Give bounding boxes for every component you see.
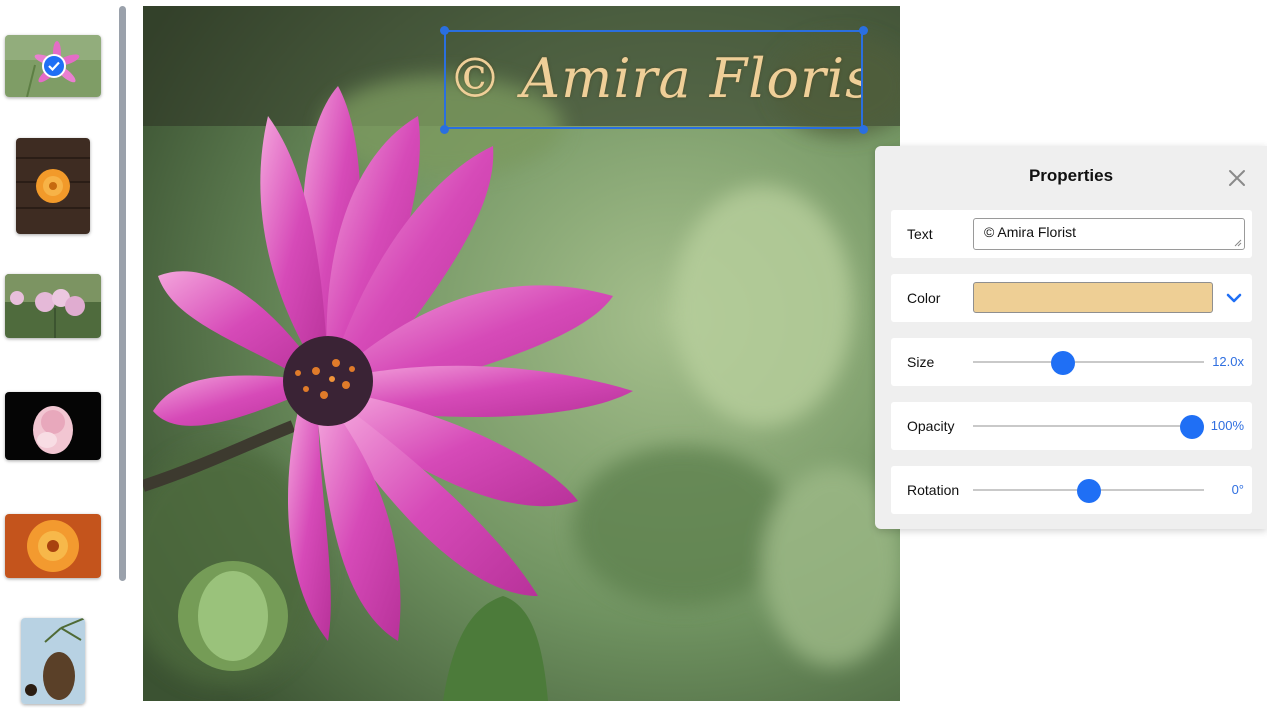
opacity-slider-knob[interactable] xyxy=(1180,415,1205,439)
thumbnail-pink-daisy[interactable] xyxy=(5,35,101,97)
resize-handle-top-right[interactable] xyxy=(859,26,868,35)
rotation-slider-knob[interactable] xyxy=(1076,479,1101,503)
thumbnail-orange-flower-wood[interactable] xyxy=(16,138,90,234)
sidebar-scrollbar[interactable] xyxy=(119,6,126,581)
thumbnail-pink-rose[interactable] xyxy=(5,392,101,460)
thumbnail-pine-cone[interactable] xyxy=(21,618,85,704)
thumbnail-orange-flower[interactable] xyxy=(5,514,101,578)
chevron-down-icon[interactable] xyxy=(1224,288,1244,308)
thumbnail-image xyxy=(5,514,101,578)
thumbnail-image xyxy=(5,392,101,460)
opacity-value: 100% xyxy=(1210,418,1244,433)
rotation-row: Rotation 0° xyxy=(891,466,1252,514)
properties-panel: Properties Text © Amira Florist Color Si… xyxy=(875,146,1267,529)
close-icon[interactable] xyxy=(1227,168,1247,188)
color-swatch[interactable] xyxy=(973,282,1213,313)
thumbnail-image xyxy=(16,138,90,234)
opacity-slider-track[interactable] xyxy=(973,425,1204,427)
selected-check-icon xyxy=(42,54,66,78)
thumbnail-image xyxy=(5,274,101,338)
rotation-label: Rotation xyxy=(907,482,960,498)
text-label: Text xyxy=(907,226,933,242)
opacity-row: Opacity 100% xyxy=(891,402,1252,450)
thumbnail-pink-fluffy[interactable] xyxy=(5,274,101,338)
text-row: Text © Amira Florist xyxy=(891,210,1252,258)
size-label: Size xyxy=(907,354,935,370)
size-value: 12.0x xyxy=(1212,354,1244,369)
resize-handle-bottom-left[interactable] xyxy=(440,125,449,134)
color-row: Color xyxy=(891,274,1252,322)
thumbnail-image xyxy=(21,618,85,704)
panel-title: Properties xyxy=(1028,166,1114,185)
rotation-value: 0° xyxy=(1231,482,1244,497)
size-slider-knob[interactable] xyxy=(1051,351,1076,375)
resize-handle-top-left[interactable] xyxy=(440,26,449,35)
watermark-text-input[interactable]: © Amira Florist xyxy=(973,218,1245,250)
watermark-selection-box[interactable] xyxy=(444,30,863,129)
thumbnail-sidebar xyxy=(0,0,135,708)
opacity-label: Opacity xyxy=(907,418,955,434)
color-label: Color xyxy=(907,290,941,306)
size-row: Size 12.0x xyxy=(891,338,1252,386)
resize-handle-bottom-right[interactable] xyxy=(859,125,868,134)
size-slider-track[interactable] xyxy=(973,361,1204,363)
